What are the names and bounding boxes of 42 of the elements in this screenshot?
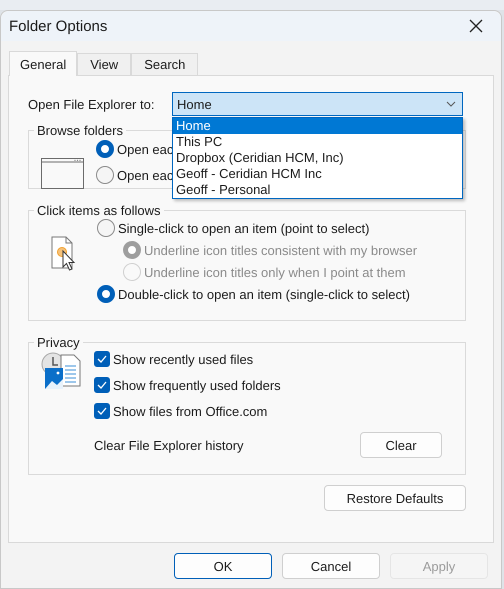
radio-button[interactable] bbox=[97, 285, 115, 303]
dialog-button[interactable]: Cancel bbox=[282, 553, 380, 579]
radio-label: Single-click to open an item (point to select) bbox=[118, 220, 370, 236]
radio-button[interactable] bbox=[96, 140, 114, 158]
dropdown-option[interactable]: Geoff - Ceridian HCM Inc bbox=[173, 166, 462, 182]
checkmark-icon bbox=[97, 355, 107, 363]
checkbox-label: Show recently used files bbox=[113, 352, 254, 366]
checkmark-icon bbox=[97, 381, 107, 389]
dialog-button[interactable]: OK bbox=[174, 553, 272, 579]
radio-button[interactable] bbox=[96, 166, 114, 184]
window-icon bbox=[41, 158, 84, 189]
chevron-down-icon bbox=[446, 101, 456, 107]
tab[interactable]: View bbox=[77, 53, 132, 75]
dropdown-option[interactable]: Dropbox (Ceridian HCM, Inc) bbox=[173, 150, 462, 166]
clear-button[interactable]: Clear bbox=[360, 432, 442, 458]
field-label: Open File Explorer to: bbox=[28, 96, 156, 112]
dropdown-option[interactable]: Geoff - Personal bbox=[173, 182, 462, 198]
dropdown-option[interactable]: Home bbox=[173, 118, 462, 134]
clear-history-label: Clear File Explorer history bbox=[94, 438, 244, 452]
radio-label: Underline icon titles only when I point at them bbox=[144, 264, 406, 280]
checkbox-label: Show files from Office.com bbox=[113, 404, 268, 418]
group-title: Click items as follows bbox=[36, 203, 162, 218]
checkmark-icon bbox=[97, 407, 107, 415]
dropdown-option[interactable]: This PC bbox=[173, 134, 462, 150]
radio-label: Open eac bbox=[117, 168, 174, 182]
checkbox-label: Show frequently used folders bbox=[113, 378, 281, 392]
group-title: Privacy bbox=[36, 335, 81, 350]
radio-label: Double-click to open an item (single-click to select) bbox=[118, 286, 410, 302]
window-title: Folder Options bbox=[9, 18, 108, 34]
checkbox[interactable] bbox=[94, 377, 110, 393]
close-icon bbox=[469, 19, 483, 33]
checkbox[interactable] bbox=[94, 351, 110, 367]
tab[interactable]: General bbox=[9, 51, 78, 76]
radio-label: Underline icon titles consistent with my browser bbox=[144, 242, 418, 258]
group-title: Browse folders bbox=[36, 123, 124, 138]
radio-label: Open eac bbox=[117, 142, 174, 156]
dropdown[interactable]: Home bbox=[172, 92, 463, 116]
restore-defaults-button[interactable]: Restore Defaults bbox=[324, 485, 466, 511]
recent-documents-icon bbox=[41, 352, 81, 390]
tab[interactable]: Search bbox=[131, 53, 198, 75]
radio-button[interactable] bbox=[97, 219, 115, 237]
checkbox[interactable] bbox=[94, 403, 110, 419]
